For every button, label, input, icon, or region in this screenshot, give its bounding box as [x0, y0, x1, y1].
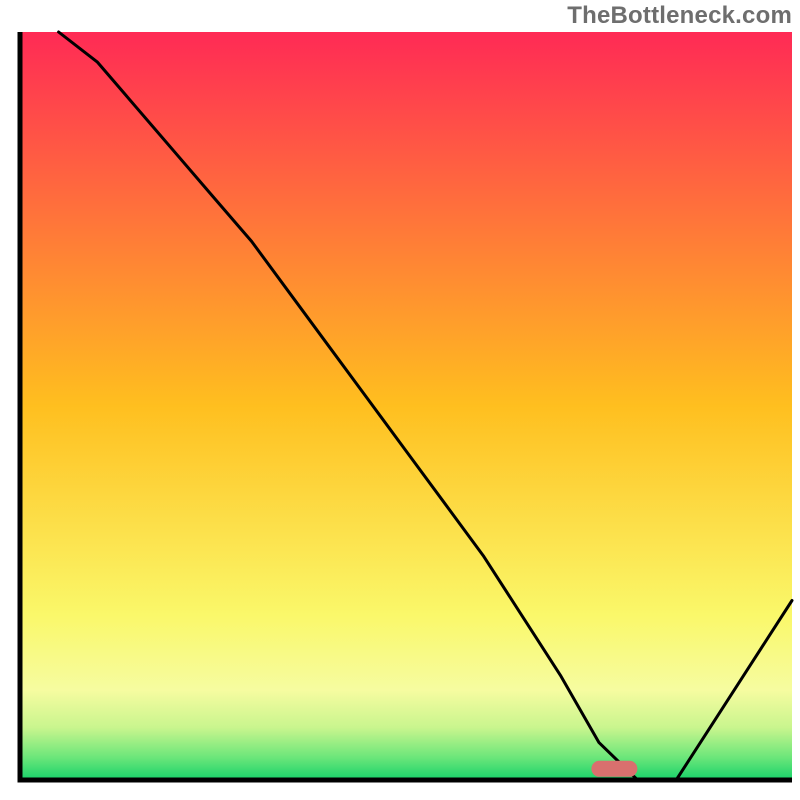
plot-background	[20, 32, 792, 780]
chart-stage: TheBottleneck.com	[0, 0, 800, 800]
bottleneck-chart	[0, 0, 800, 800]
optimum-marker	[591, 761, 637, 777]
